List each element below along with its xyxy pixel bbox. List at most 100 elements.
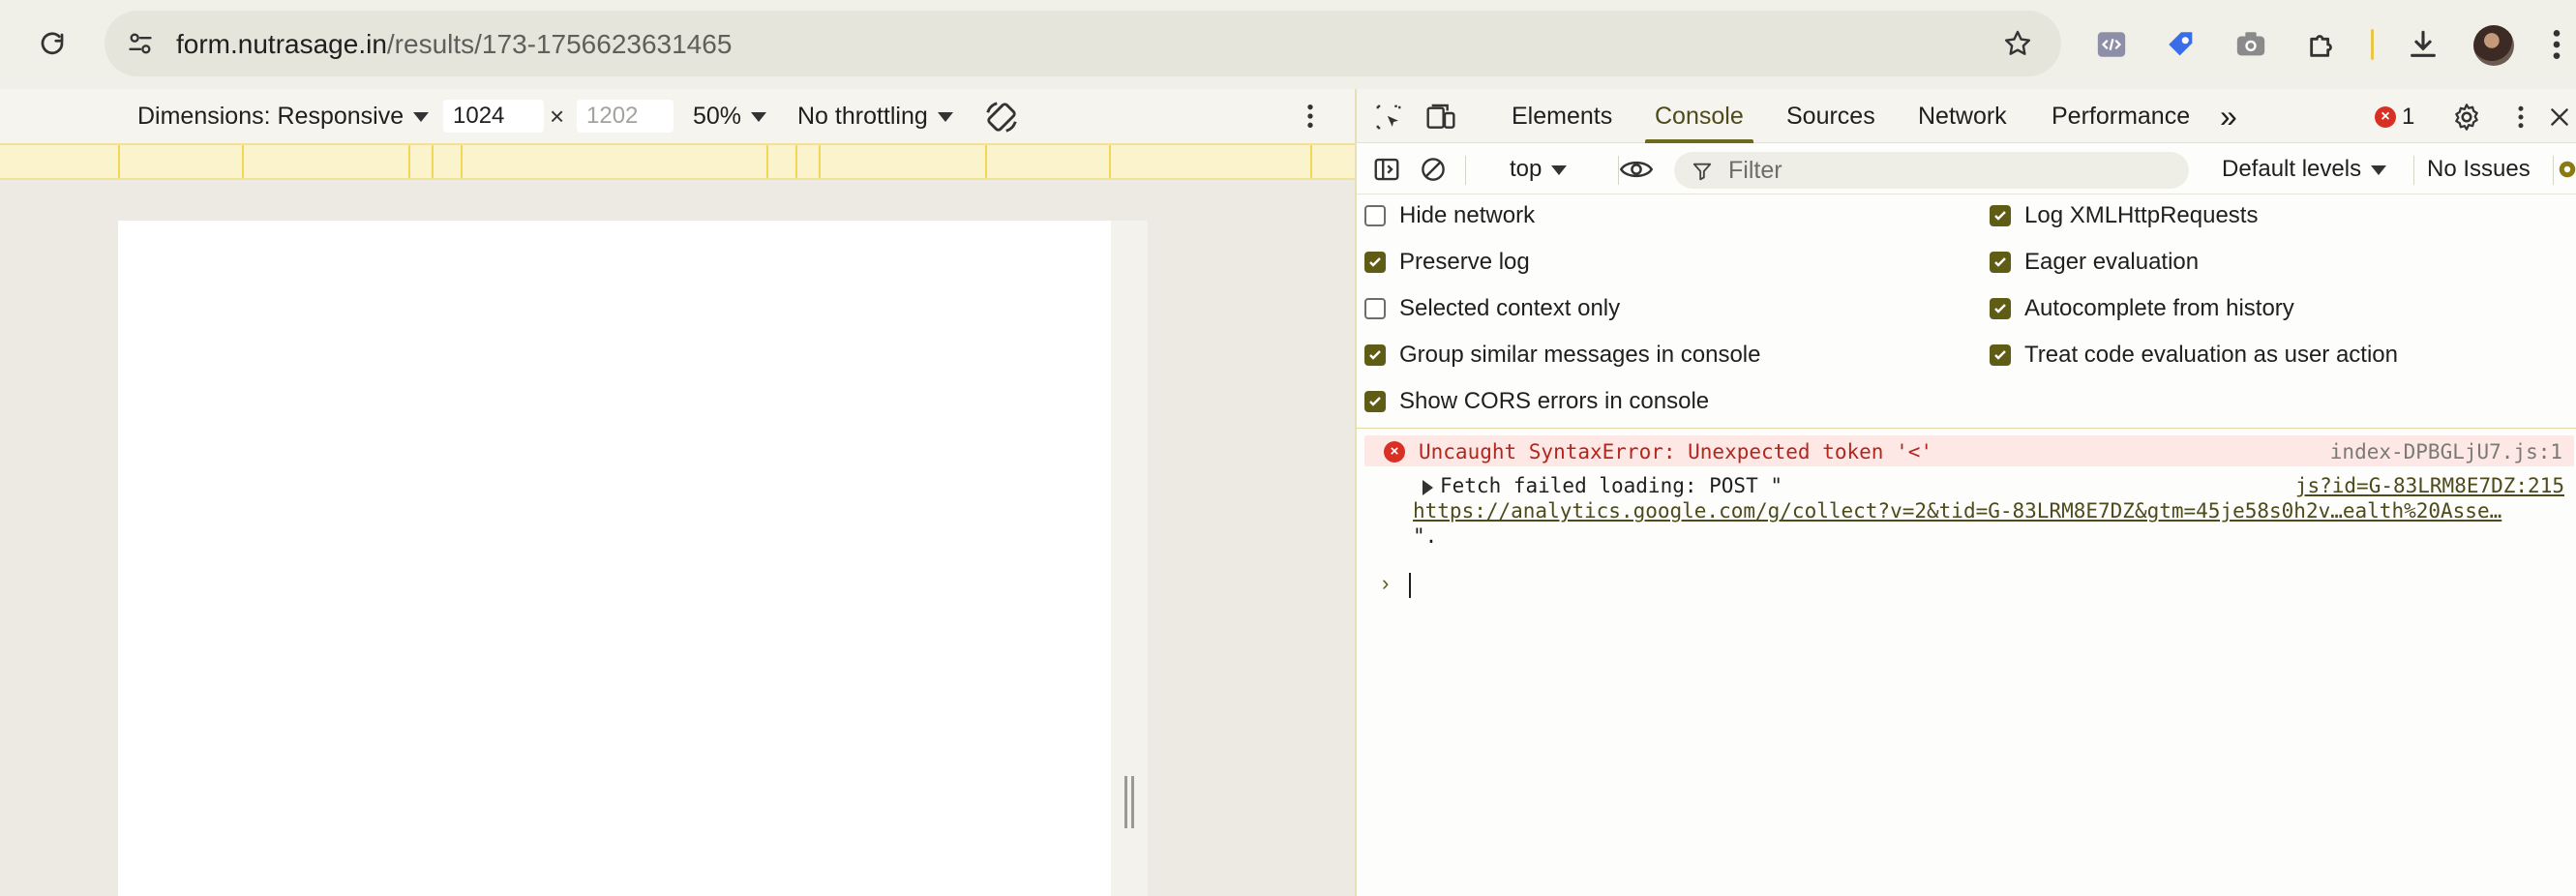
devtools-more-icon[interactable] [2504, 101, 2537, 134]
bookmark-star-icon[interactable] [1999, 25, 2036, 62]
console-toolbar: top Filter Default levels No Issues [1357, 144, 2576, 194]
tab-sources[interactable]: Sources [1786, 89, 1875, 143]
media-query-ruler[interactable] [0, 143, 1355, 180]
resize-handle[interactable] [1124, 776, 1134, 828]
code-extension-icon[interactable] [2092, 25, 2131, 64]
tab-console[interactable]: Console [1645, 89, 1753, 143]
tab-network[interactable]: Network [1918, 89, 2007, 143]
clear-console-icon[interactable] [1417, 153, 1450, 186]
download-icon[interactable] [2404, 25, 2442, 64]
context-dropdown[interactable]: top [1510, 154, 1568, 185]
reload-icon[interactable] [35, 27, 70, 62]
hide-network-option[interactable]: Hide network [1364, 199, 1535, 232]
ruler-tick [242, 145, 244, 178]
url-host: form.nutrasage.in [176, 29, 387, 59]
tag-extension-icon[interactable] [2162, 25, 2201, 64]
puzzle-extensions-icon[interactable] [2303, 25, 2342, 64]
console-settings-gear-icon[interactable] [2557, 153, 2576, 186]
settings-gear-icon[interactable] [2450, 101, 2483, 134]
checkbox-checked[interactable] [1990, 344, 2011, 366]
show-cors-option[interactable]: Show CORS errors in console [1364, 385, 1709, 418]
option-label: Preserve log [1399, 249, 1530, 275]
option-label: Hide network [1399, 202, 1536, 228]
filter-placeholder: Filter [1728, 157, 1782, 184]
checkbox-checked[interactable] [1364, 344, 1386, 366]
expand-triangle-icon[interactable] [1423, 480, 1433, 495]
console-input[interactable] [1409, 573, 1411, 598]
device-more-icon[interactable] [1303, 101, 1318, 132]
device-toggle-icon[interactable] [1424, 101, 1457, 134]
menu-kebab-icon[interactable] [2547, 25, 2566, 64]
width-input[interactable]: 1024 [443, 100, 544, 133]
tab-elements[interactable]: Elements [1512, 89, 1612, 143]
log-xhr-option[interactable]: Log XMLHttpRequests [1990, 199, 2258, 232]
option-label: Log XMLHttpRequests [2024, 202, 2259, 228]
context-label: top [1510, 156, 1543, 182]
error-source-link[interactable]: index-DPBGLjU7.js:1 [2330, 440, 2562, 463]
levels-dropdown[interactable]: Default levels [2222, 154, 2387, 185]
fetch-source-link[interactable]: js?id=G-83LRM8E7DZ:215 [2295, 474, 2564, 497]
error-count: 1 [2402, 104, 2415, 130]
throttling-dropdown[interactable]: No throttling [797, 101, 953, 132]
ruler-tick [985, 145, 987, 178]
option-label: Eager evaluation [2024, 249, 2200, 275]
checkbox-unchecked[interactable] [1364, 298, 1386, 319]
filter-input[interactable]: Filter [1674, 152, 2189, 189]
error-icon: × [1384, 441, 1405, 463]
checkbox-checked[interactable] [1990, 252, 2011, 273]
rotate-icon[interactable] [983, 99, 1020, 133]
ruler-tick [795, 145, 797, 178]
zoom-dropdown[interactable]: 50% [693, 101, 767, 132]
url-path: /results/173-1756623631465 [386, 29, 733, 59]
chevron-down-icon [2371, 164, 2387, 175]
toolbar-divider [1618, 156, 1619, 185]
url-text: form.nutrasage.in/results/173-1756623631… [176, 29, 732, 60]
fetch-text: Fetch failed loading: POST " [1440, 474, 1783, 497]
fetch-url-link[interactable]: https://analytics.google.com/g/collect?v… [1413, 499, 2564, 523]
avatar[interactable] [2473, 25, 2514, 66]
dimension-times: × [550, 102, 565, 131]
error-count-badge[interactable]: × 1 [2375, 103, 2414, 132]
checkbox-unchecked[interactable] [1364, 205, 1386, 226]
error-text: Uncaught SyntaxError: Unexpected token '… [1419, 440, 1933, 463]
live-expression-eye-icon[interactable] [1620, 153, 1653, 186]
ruler-tick [819, 145, 821, 178]
preserve-log-option[interactable]: Preserve log [1364, 246, 1530, 279]
option-label: Treat code evaluation as user action [2024, 342, 2399, 368]
sidebar-toggle-icon[interactable] [1370, 153, 1403, 186]
dimensions-dropdown[interactable]: Dimensions: Responsive [137, 101, 430, 132]
inspect-element-icon[interactable] [1372, 101, 1405, 134]
zoom-label: 50% [693, 103, 742, 130]
devtools-tab-bar: Elements Console Sources Network Perform… [1357, 89, 2576, 143]
autocomplete-history-option[interactable]: Autocomplete from history [1990, 292, 2294, 325]
eager-evaluation-option[interactable]: Eager evaluation [1990, 246, 2199, 279]
site-info-icon[interactable] [124, 27, 157, 60]
chevron-down-icon [413, 112, 430, 123]
devtools-panel: Elements Console Sources Network Perform… [1355, 89, 2576, 896]
checkbox-checked[interactable] [1990, 205, 2011, 226]
toolbar-divider [2413, 156, 2414, 185]
emulated-viewport[interactable] [118, 221, 1111, 896]
console-settings: Hide network Preserve log Selected conte… [1357, 195, 2576, 428]
more-tabs-icon[interactable]: » [2220, 89, 2237, 143]
selected-context-option[interactable]: Selected context only [1364, 292, 1620, 325]
chevron-down-icon [1551, 164, 1568, 175]
address-bar[interactable]: form.nutrasage.in/results/173-1756623631… [105, 11, 2061, 76]
close-icon[interactable] [2543, 101, 2576, 134]
toolbar-divider [1465, 156, 1466, 185]
console-fetch-message: Fetch failed loading: POST " js?id=G-83L… [1357, 472, 2576, 550]
tab-performance[interactable]: Performance [2052, 89, 2190, 143]
ruler-tick [766, 145, 768, 178]
issues-button[interactable]: No Issues [2427, 154, 2531, 185]
treat-code-eval-option[interactable]: Treat code evaluation as user action [1990, 339, 2398, 372]
checkbox-checked[interactable] [1364, 391, 1386, 412]
option-label: Show CORS errors in console [1399, 388, 1710, 414]
group-similar-option[interactable]: Group similar messages in console [1364, 339, 1761, 372]
toolbar-divider [2553, 156, 2554, 185]
height-input[interactable]: 1202 [577, 100, 674, 133]
browser-toolbar: form.nutrasage.in/results/173-1756623631… [0, 0, 2576, 89]
checkbox-checked[interactable] [1364, 252, 1386, 273]
option-label: Group similar messages in console [1399, 342, 1761, 368]
checkbox-checked[interactable] [1990, 298, 2011, 319]
camera-extension-icon[interactable] [2232, 25, 2270, 64]
